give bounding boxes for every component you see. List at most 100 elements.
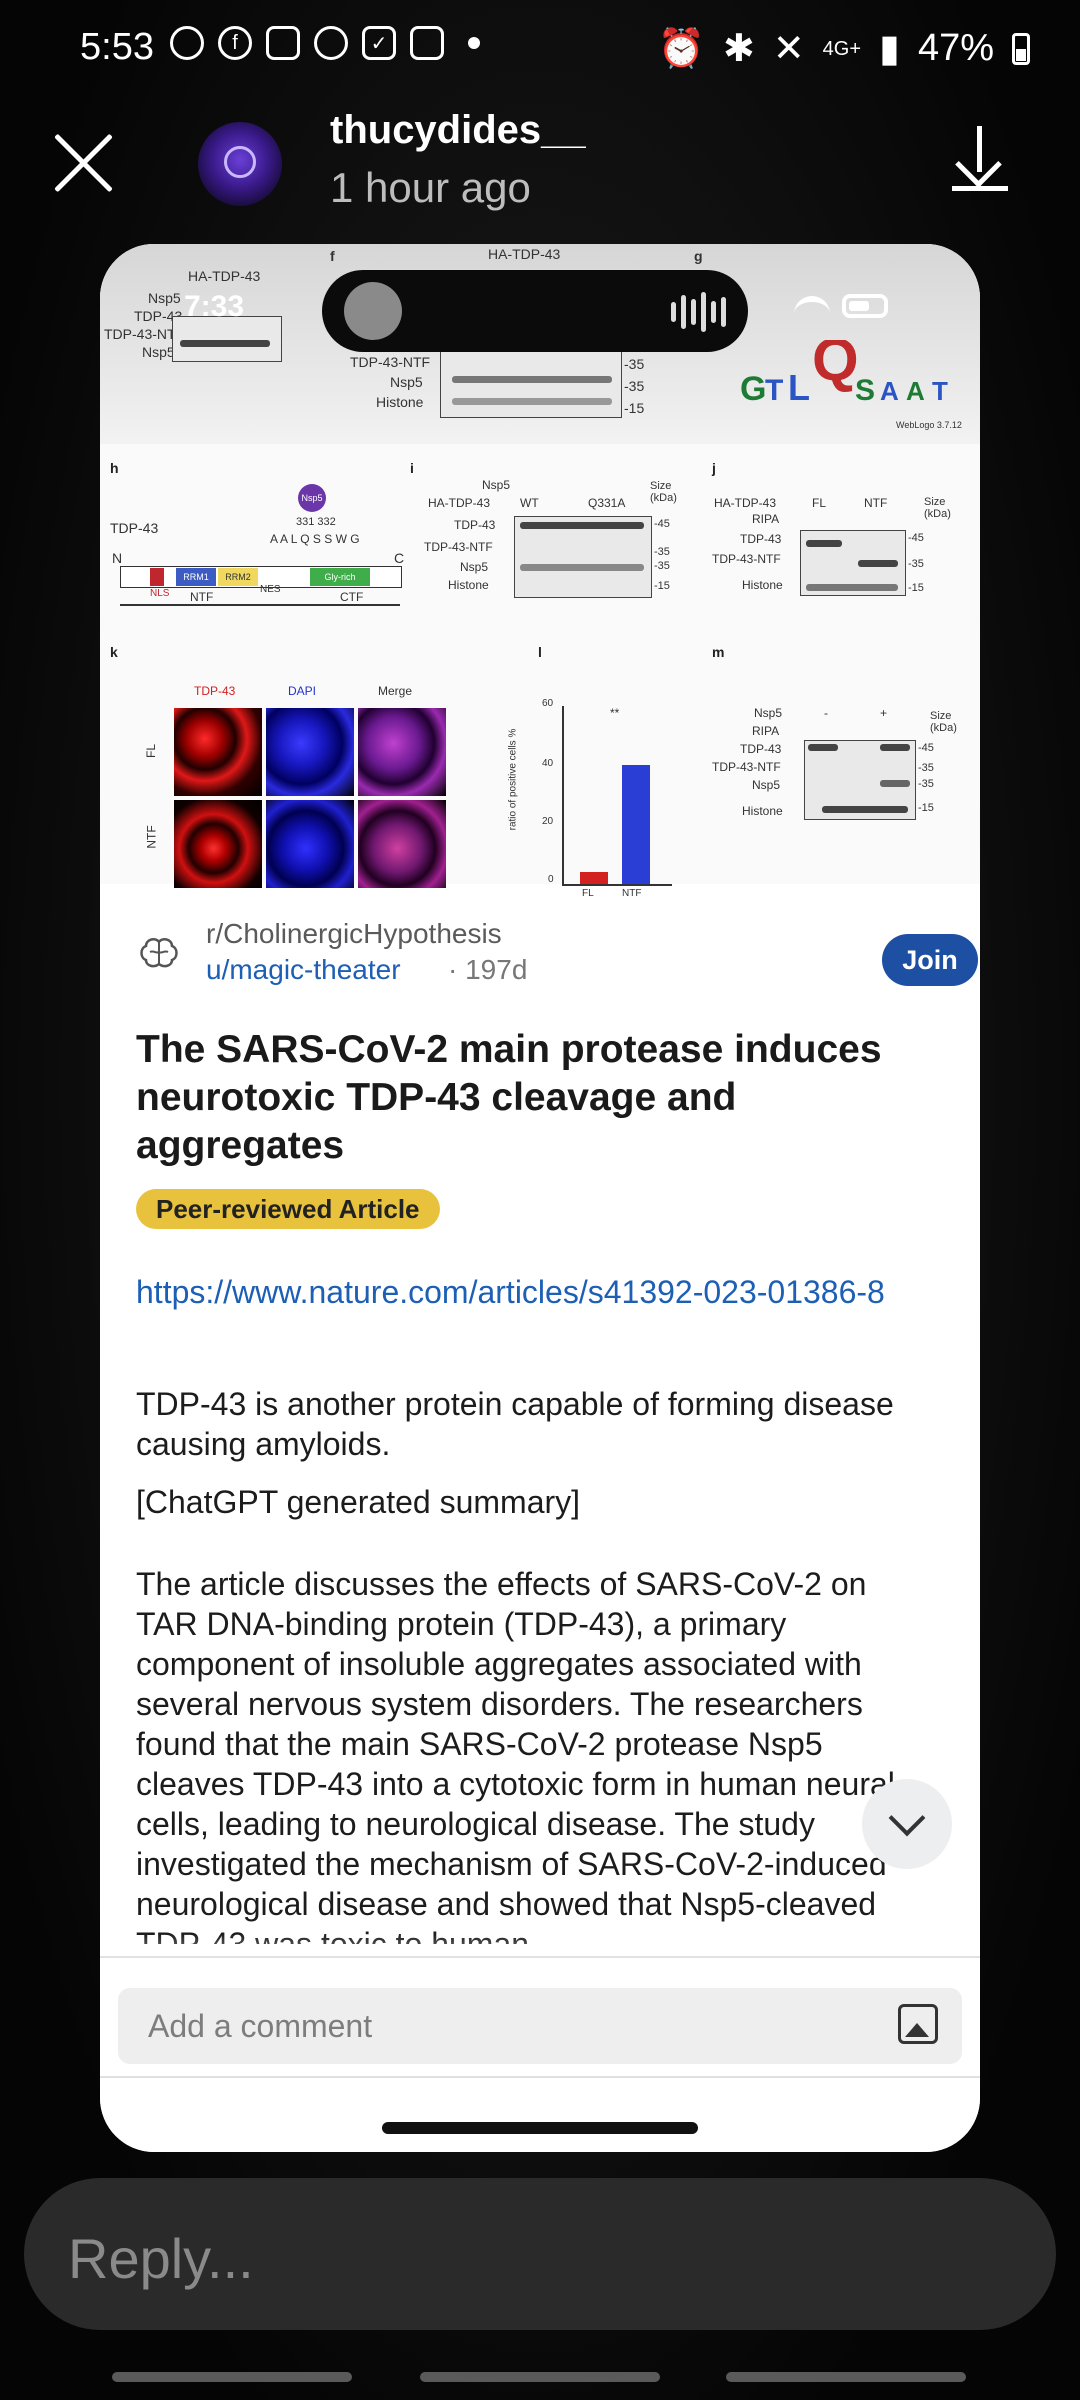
figure-label: FL [812, 496, 827, 510]
figure-label: RIPA [752, 724, 780, 738]
sequence-logo: G T L Q S A A T [740, 340, 948, 408]
bluetooth-icon: ✱ [722, 28, 755, 70]
brain-icon[interactable] [136, 932, 182, 978]
figure-label: -15 [654, 580, 670, 592]
micrograph-merge-ntf [358, 800, 446, 888]
post-meta: r/CholinergicHypothesis u/magic-theater … [136, 918, 978, 994]
figure-label: -35 [918, 778, 934, 790]
figure-label: TDP-43 [454, 518, 496, 532]
image-icon[interactable] [898, 2004, 938, 2044]
chart-tick: 0 [548, 874, 554, 885]
figure-label: -35 [654, 546, 670, 558]
figure-label: FL [144, 743, 159, 759]
chart-tick: 60 [542, 698, 554, 709]
figure-label: TDP-43-NTF [424, 540, 493, 554]
figure-label: TDP-43 [740, 742, 782, 756]
blot-band [806, 540, 842, 547]
chart-ylabel: ratio of positive cells % [507, 728, 519, 831]
chart-y-axis [562, 706, 564, 884]
figure-label: CTF [340, 590, 364, 604]
figure-label: -45 [918, 742, 934, 754]
figure-label: TDP-43 [110, 520, 159, 536]
figure-label: -35 [918, 762, 934, 774]
story-progress [0, 2370, 1080, 2384]
figure-label: Merge [378, 684, 413, 698]
figure-label: -35 [624, 378, 645, 394]
figure-label: NLS [150, 588, 170, 599]
check-icon: ✓ [362, 26, 396, 60]
chart-bar-ntf [622, 765, 650, 884]
panel-label-j: j [712, 460, 716, 476]
figure-label: -35 [654, 560, 670, 572]
facebook-icon: f [218, 26, 252, 60]
post-flair: Peer-reviewed Article [136, 1189, 440, 1229]
svg-text:L: L [788, 367, 810, 408]
mute-icon: ✕ [772, 28, 805, 70]
home-indicator [382, 2122, 698, 2134]
lock-icon [410, 26, 444, 60]
story-username[interactable]: thucydides__ [330, 108, 586, 153]
figure-label: DAPI [288, 684, 317, 698]
figure-label: TDP-43 [194, 684, 236, 698]
panel-m: m Nsp5 RIPA TDP-43 TDP-43-NTF Nsp5 Histo… [712, 644, 980, 874]
network-type: 4G+ [822, 37, 862, 60]
battery-icon [1012, 32, 1030, 65]
download-button[interactable] [950, 124, 1010, 194]
battery-percent: 47% [917, 27, 994, 69]
subreddit-name[interactable]: r/CholinergicHypothesis [206, 918, 502, 950]
blot-band [822, 806, 908, 813]
figure-label: + [880, 706, 888, 720]
join-button[interactable]: Join [882, 934, 978, 986]
figure-label: -15 [918, 802, 934, 814]
article-link[interactable]: https://www.nature.com/articles/s41392-0… [136, 1272, 936, 1312]
chart-significance: ** [610, 706, 620, 720]
reply-input[interactable]: Reply... [24, 2178, 1056, 2330]
scroll-down-button[interactable] [862, 1779, 952, 1869]
panel-label-k: k [110, 644, 118, 660]
figure-label: TDP-43-NTF [712, 760, 781, 774]
figure-label: HA-TDP-43 [428, 496, 491, 510]
blot-band [520, 564, 644, 571]
figure-label: NTF [864, 496, 888, 510]
chart-x-axis [562, 884, 672, 886]
figure-label: -35 [624, 356, 645, 372]
post-age: · 197d [448, 954, 528, 985]
panel-label-h: h [110, 460, 119, 476]
panel-label-g: g [694, 248, 703, 264]
fragment-arrow [120, 604, 400, 606]
panel-i: i Nsp5 HA-TDP-43 WT Q331A Size (kDa) TDP… [410, 460, 710, 610]
blot-band [452, 376, 612, 383]
close-button[interactable] [48, 128, 118, 198]
figure-label: RIPA [752, 512, 780, 526]
alarm-icon: ⏰ [657, 27, 705, 70]
figure-label: Nsp5 [148, 290, 181, 306]
sync-icon [314, 26, 348, 60]
svg-text:G: G [740, 370, 766, 408]
figure-label: Size (kDa) [930, 710, 957, 734]
avatar[interactable] [198, 122, 282, 206]
figure-label: HA-TDP-43 [488, 246, 561, 262]
figure-label: TDP-43 [740, 532, 782, 546]
chart-tick: 20 [542, 816, 554, 827]
domain-gly-rich: Gly-rich [310, 568, 370, 586]
panel-l: l ratio of positive cells % 60 40 20 0 *… [507, 644, 710, 899]
wifi-icon [794, 296, 830, 324]
panel-label-f: f [330, 248, 335, 264]
chart-category: FL [582, 888, 594, 899]
comment-input[interactable]: Add a comment [118, 1988, 962, 2064]
blot-band [880, 744, 910, 751]
figure-label: -15 [624, 400, 645, 416]
figure-label: C [394, 550, 405, 566]
figure-label: HA-TDP-43 [714, 496, 777, 510]
panel-h: h TDP-43 Nsp5 331 332 A A L Q S S W G N … [110, 460, 410, 610]
domain-rrm2: RRM2 [218, 568, 258, 586]
progress-segment [112, 2372, 352, 2382]
post-paragraph: The article discusses the effects of SAR… [136, 1566, 895, 1944]
post-author[interactable]: u/magic-theater [206, 954, 401, 986]
panel-label-i: i [410, 460, 414, 476]
comment-placeholder: Add a comment [148, 2008, 373, 2044]
blot-band [806, 584, 898, 591]
post-paragraph: TDP-43 is another protein capable of for… [136, 1386, 894, 1462]
blot-band [180, 340, 270, 347]
post-title: The SARS-CoV-2 main protease induces neu… [136, 1028, 882, 1167]
